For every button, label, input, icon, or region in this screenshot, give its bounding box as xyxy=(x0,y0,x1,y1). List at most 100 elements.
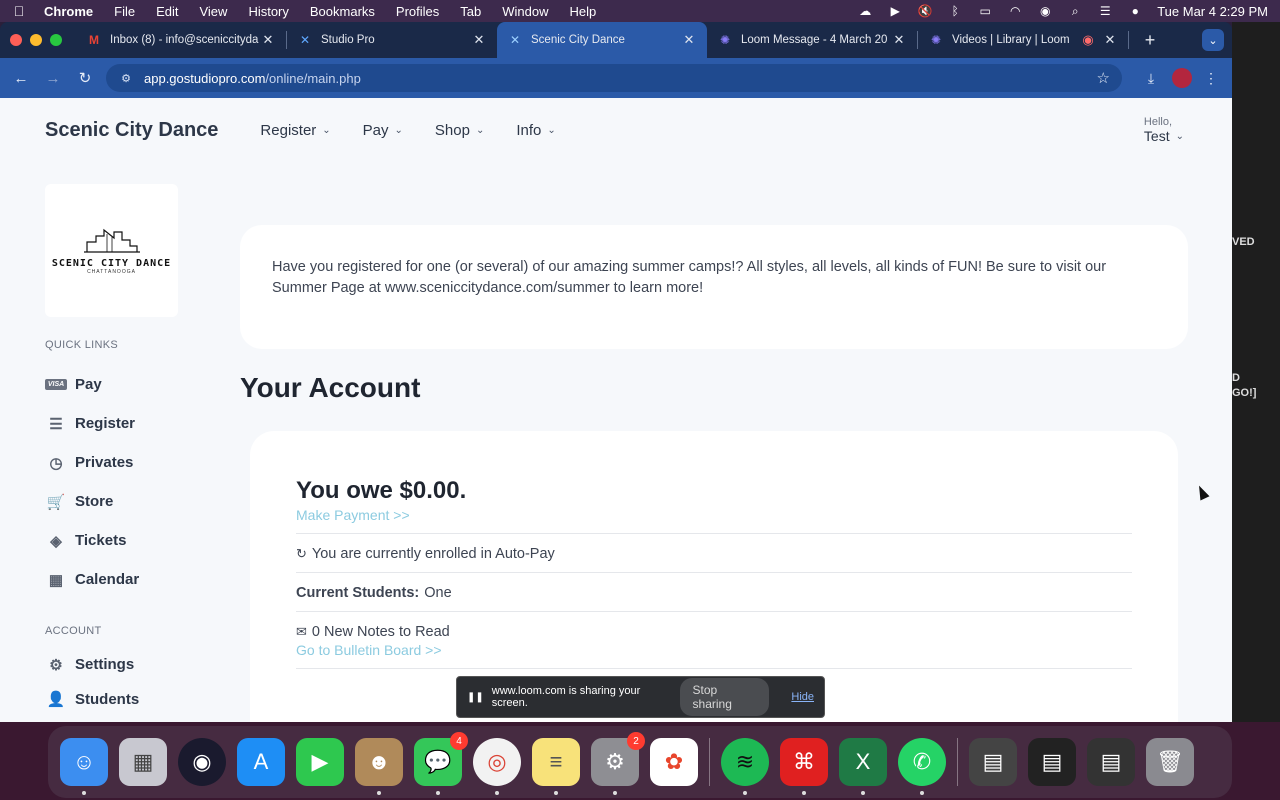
nav-info[interactable]: Info ⌄ xyxy=(516,122,555,139)
apple-icon[interactable]:  xyxy=(12,3,26,19)
nav-pay[interactable]: Pay ⌄ xyxy=(363,122,403,139)
make-payment-link[interactable]: Make Payment >> xyxy=(296,507,1132,523)
acrobat-icon[interactable]: ⌘ xyxy=(780,738,828,795)
sidebar-item-students[interactable]: 👤 Students xyxy=(45,684,215,714)
sidebar-item-calendar[interactable]: ▦ Calendar xyxy=(45,560,215,599)
system-settings-icon[interactable]: ⚙ 2 xyxy=(591,732,645,795)
close-icon[interactable]: ✕ xyxy=(260,32,276,48)
summer-camp-banner: Have you registered for one (or several)… xyxy=(240,225,1188,349)
menu-view[interactable]: View xyxy=(199,4,227,19)
autopay-text: You are currently enrolled in Auto-Pay xyxy=(311,546,555,562)
tab-search-button[interactable]: ⌄ xyxy=(1202,29,1224,51)
menu-window[interactable]: Window xyxy=(502,4,548,19)
window-thumbnail-icon[interactable]: ▤ xyxy=(1087,738,1135,786)
mute-icon[interactable]: 🔇 xyxy=(917,4,933,18)
notes-row: ✉ 0 New Notes to Read Go to Bulletin Boa… xyxy=(296,611,1132,658)
close-icon[interactable]: ✕ xyxy=(891,32,907,48)
trash-icon[interactable]: 🗑 xyxy=(1146,738,1194,786)
nav-shop[interactable]: Shop ⌄ xyxy=(435,122,484,139)
window-thumbnail-icon[interactable]: ▤ xyxy=(1028,738,1076,786)
play-icon[interactable]: ▶ xyxy=(887,4,903,18)
control-center-icon[interactable]: ☰ xyxy=(1097,4,1113,18)
excel-icon[interactable]: X xyxy=(839,738,887,795)
app-store-icon[interactable]: A xyxy=(237,738,285,786)
cart-icon: 🛒 xyxy=(46,493,66,511)
battery-icon[interactable]: ▭ xyxy=(977,4,993,18)
running-indicator xyxy=(613,791,617,795)
whatsapp-icon[interactable]: ✆ xyxy=(898,738,946,795)
chrome-icon[interactable]: ◎ xyxy=(473,738,521,795)
tab-gmail[interactable]: M Inbox (8) - info@sceniccityda ✕ xyxy=(76,22,286,58)
tab-loom-message[interactable]: ✺ Loom Message - 4 March 20 ✕ xyxy=(707,22,917,58)
close-icon[interactable]: ✕ xyxy=(1102,32,1118,48)
site-header: Scenic City Dance Register ⌄ Pay ⌄ Shop ⌄ I… xyxy=(0,98,1232,162)
menubar-clock[interactable]: Tue Mar 4 2:29 PM xyxy=(1157,4,1268,19)
minimize-window-button[interactable] xyxy=(30,34,42,46)
bookmark-star-icon[interactable]: ☆ xyxy=(1097,69,1110,87)
back-button[interactable]: ← xyxy=(10,67,32,89)
siri-icon[interactable]: ◉ xyxy=(178,738,226,786)
studio-pro-icon: ✕ xyxy=(299,33,311,47)
user-icon: 👤 xyxy=(46,691,66,708)
contacts-icon[interactable]: ☻ xyxy=(355,738,403,795)
menu-chrome[interactable]: Chrome xyxy=(44,4,93,19)
bluetooth-icon[interactable]: ᛒ xyxy=(947,4,963,18)
address-bar[interactable]: ⚙ app.gostudiopro.com/online/main.php ☆ xyxy=(106,64,1122,92)
messages-icon[interactable]: 💬 4 xyxy=(414,732,468,795)
user-switch-icon[interactable]: ◉ xyxy=(1037,4,1053,18)
close-icon[interactable]: ✕ xyxy=(681,32,697,48)
notes-icon[interactable]: ≡ xyxy=(532,738,580,795)
close-icon[interactable]: ✕ xyxy=(471,32,487,48)
envelope-icon: ✉ xyxy=(296,624,307,639)
new-tab-button[interactable]: + xyxy=(1137,27,1163,53)
sidebar-item-settings[interactable]: ⚙ Settings xyxy=(45,645,215,684)
sidebar-item-pay[interactable]: VISA Pay xyxy=(44,365,215,404)
stop-sharing-button[interactable]: Stop sharing xyxy=(679,678,770,716)
tab-studio-pro[interactable]: ✕ Studio Pro ✕ xyxy=(287,22,497,58)
siri-icon[interactable]: ● xyxy=(1127,4,1143,18)
nav-label: Pay xyxy=(362,121,389,139)
sidebar-item-tickets[interactable]: ◈ Tickets xyxy=(45,521,215,560)
menu-history[interactable]: History xyxy=(248,4,288,19)
chrome-menu-icon[interactable]: ⋮ xyxy=(1200,67,1222,89)
forward-button[interactable]: → xyxy=(42,67,64,89)
finder-icon[interactable]: ☺ xyxy=(60,738,108,795)
cloud-icon[interactable]: ☁ xyxy=(857,4,873,18)
nav-label: Register xyxy=(260,121,317,139)
profile-avatar[interactable] xyxy=(1172,68,1192,88)
menu-bookmarks[interactable]: Bookmarks xyxy=(310,4,375,19)
hide-link[interactable]: Hide xyxy=(791,691,814,703)
settings-badge: 2 xyxy=(627,732,645,750)
ticket-icon: ◈ xyxy=(50,532,62,550)
spotlight-icon[interactable]: ⌕ xyxy=(1067,4,1083,18)
user-menu[interactable]: Hello, Test ⌄ xyxy=(1144,116,1184,144)
tab-loom-library[interactable]: ✺ Videos | Library | Loom ◉ ✕ xyxy=(918,22,1128,58)
menu-profiles[interactable]: Profiles xyxy=(396,4,439,19)
menu-help[interactable]: Help xyxy=(570,4,597,19)
menu-tab[interactable]: Tab xyxy=(460,4,481,19)
launchpad-icon[interactable]: ▦ xyxy=(119,738,167,786)
menu-file[interactable]: File xyxy=(114,4,135,19)
bulletin-board-link[interactable]: Go to Bulletin Board >> xyxy=(296,642,442,658)
site-brand[interactable]: Scenic City Dance xyxy=(45,119,218,142)
spotify-icon[interactable]: ≋ xyxy=(721,738,769,795)
sidebar-item-privates[interactable]: ◷ Privates xyxy=(45,443,215,482)
tab-scenic-city-dance[interactable]: ✕ Scenic City Dance ✕ xyxy=(497,22,707,58)
menu-edit[interactable]: Edit xyxy=(156,4,178,19)
reload-button[interactable]: ↻ xyxy=(74,67,96,89)
zoom-window-button[interactable] xyxy=(50,34,62,46)
site-info-icon[interactable]: ⚙ xyxy=(118,70,134,86)
nav-register[interactable]: Register ⌄ xyxy=(260,122,330,139)
background-text: VED xyxy=(1232,236,1255,248)
sidebar-item-register[interactable]: ☰ Register xyxy=(45,404,215,443)
window-thumbnail-icon[interactable]: ▤ xyxy=(969,738,1017,786)
download-icon[interactable]: ⤓ xyxy=(1140,67,1162,89)
list-icon: ☰ xyxy=(49,415,63,433)
close-window-button[interactable] xyxy=(10,34,22,46)
sidebar-item-store[interactable]: 🛒 Store xyxy=(45,482,215,521)
photos-icon[interactable]: ✿ xyxy=(650,738,698,786)
facetime-icon[interactable]: ▶ xyxy=(296,738,344,786)
sidebar-item-label: Settings xyxy=(75,656,135,673)
logo-subtitle: CHATTANOOGA xyxy=(87,269,136,275)
wifi-icon[interactable]: ◠ xyxy=(1007,4,1023,18)
